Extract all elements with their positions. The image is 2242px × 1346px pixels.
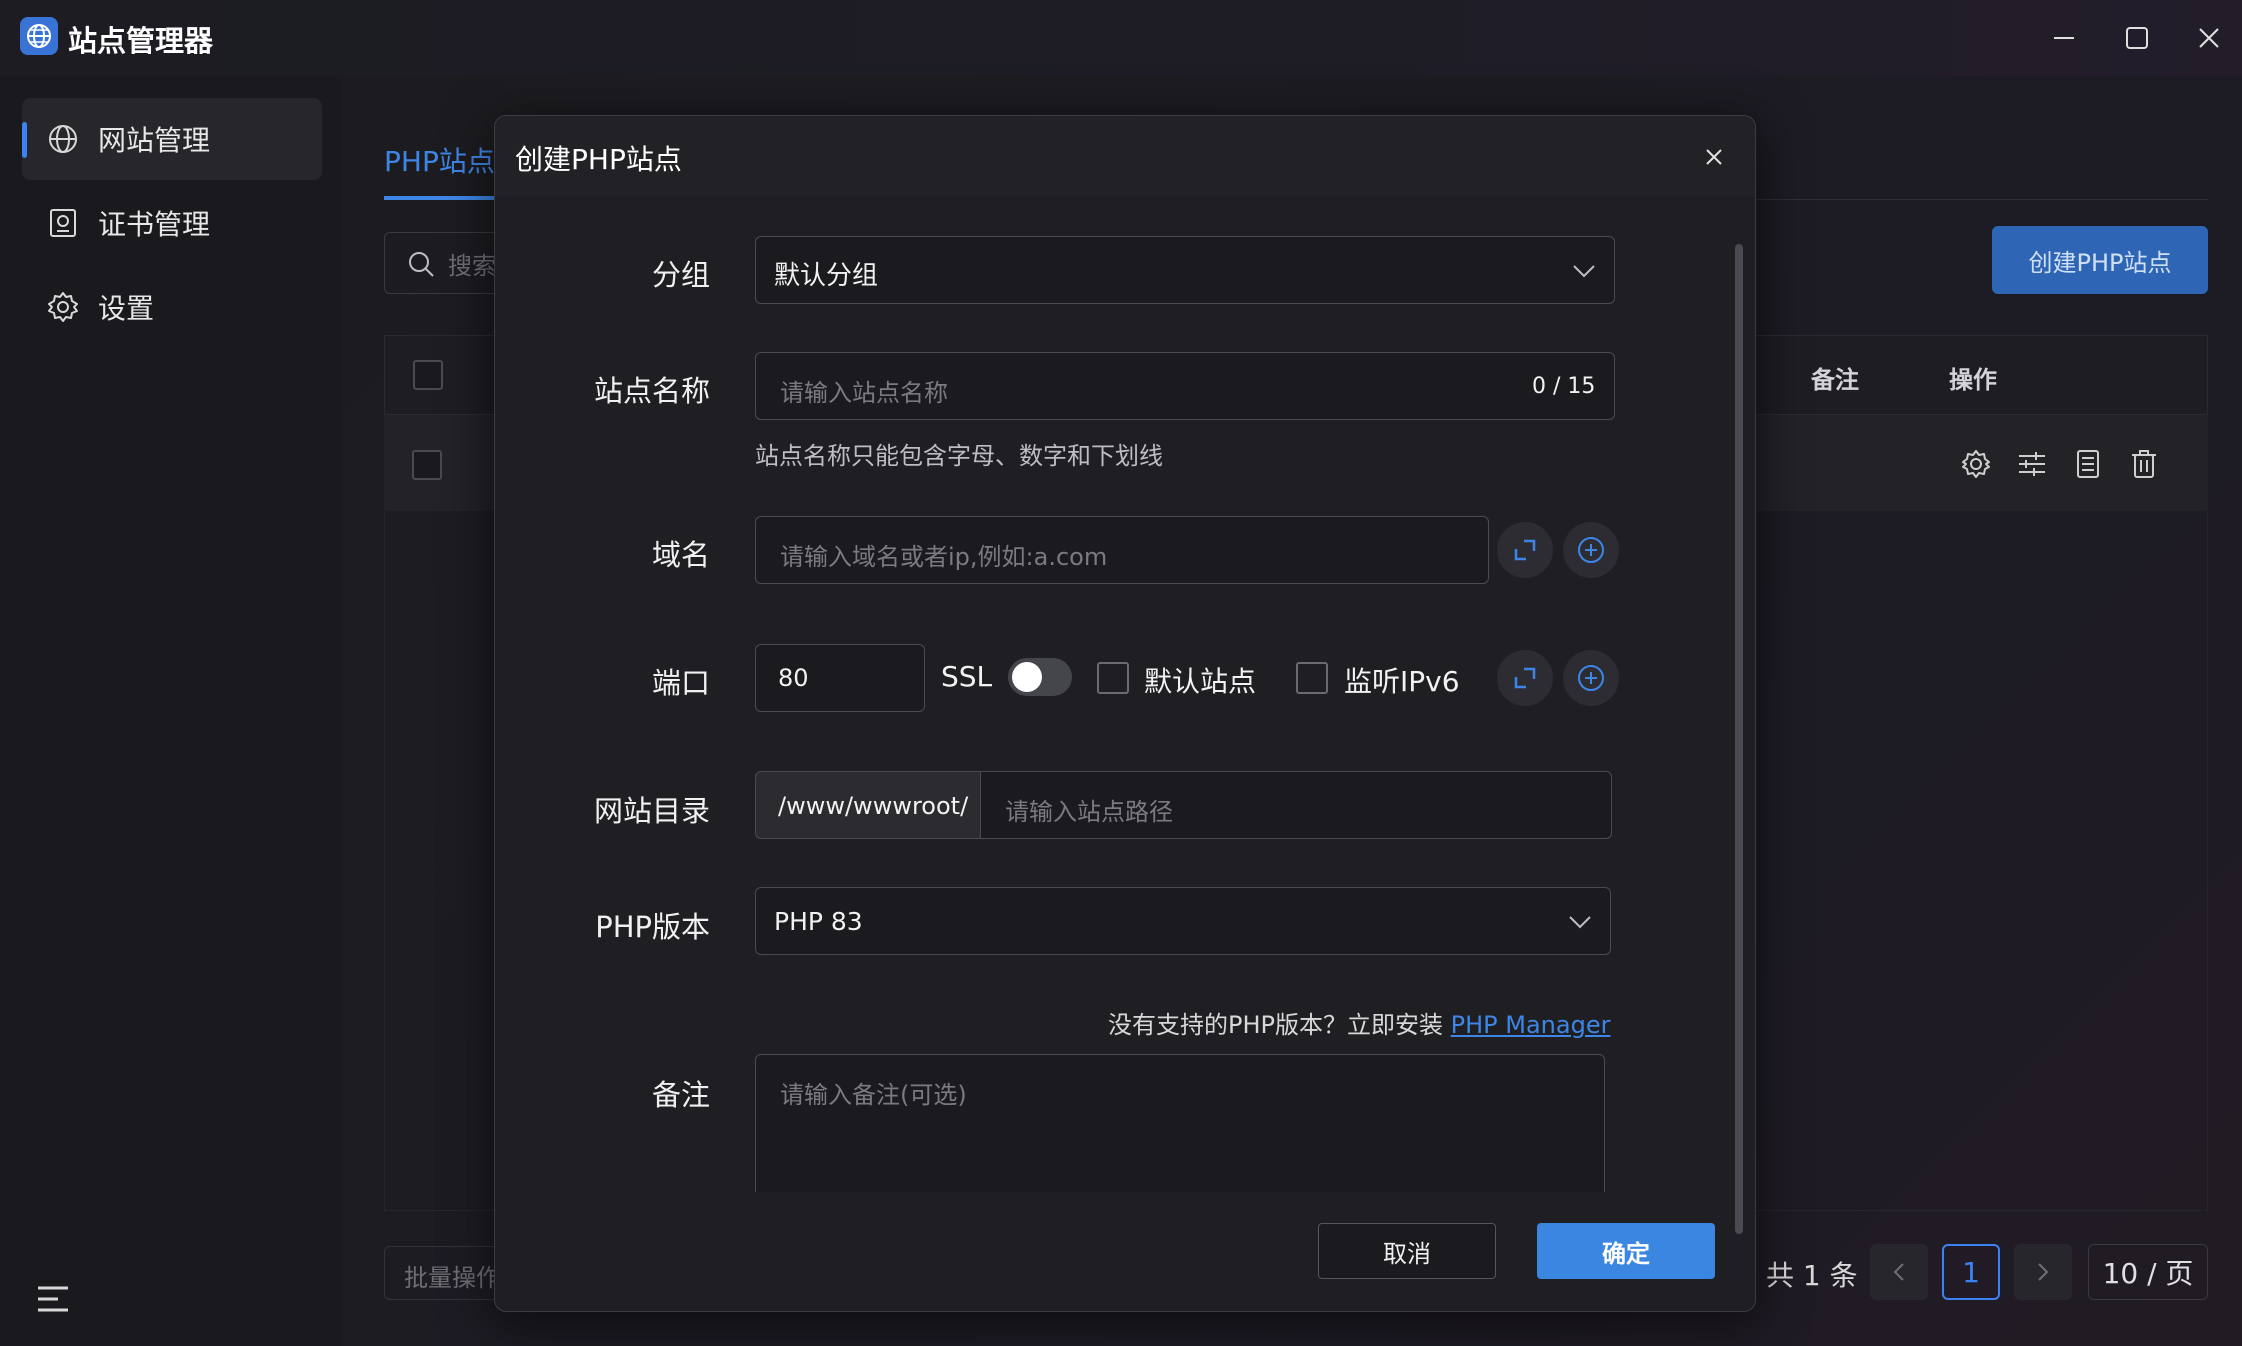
- remark-textarea[interactable]: 请输入备注(可选): [755, 1054, 1605, 1192]
- ssl-toggle[interactable]: [1008, 658, 1072, 696]
- globe-icon: [49, 125, 77, 153]
- expand-icon: [1514, 539, 1536, 561]
- plus-circle-icon: [1578, 537, 1604, 563]
- next-page-button[interactable]: [2014, 1244, 2072, 1300]
- site-name-hint: 站点名称只能包含字母、数字和下划线: [755, 442, 1163, 470]
- title-bar: 站点管理器: [0, 0, 2242, 76]
- certificate-icon: [50, 209, 76, 237]
- select-all-checkbox[interactable]: [413, 360, 443, 390]
- row-checkbox[interactable]: [412, 450, 442, 480]
- trash-icon[interactable]: [2128, 448, 2160, 480]
- php-version-label: PHP版本: [595, 910, 710, 944]
- remark-placeholder: 请输入备注(可选): [780, 1081, 967, 1109]
- default-site-checkbox[interactable]: [1097, 662, 1129, 694]
- sidebar-item-sites[interactable]: 网站管理: [22, 98, 322, 180]
- page-number-button[interactable]: 1: [1942, 1244, 2000, 1300]
- sidebar-item-label: 设置: [98, 292, 155, 325]
- site-name-counter: 0 / 15: [1532, 374, 1596, 399]
- php-install-hint-text: 没有支持的PHP版本？立即安装: [1108, 1011, 1443, 1039]
- directory-label: 网站目录: [593, 794, 710, 828]
- tab-active-indicator: [384, 196, 494, 200]
- minimize-icon[interactable]: [2044, 18, 2084, 58]
- document-icon[interactable]: [2072, 448, 2104, 480]
- toggle-knob: [1012, 662, 1042, 692]
- add-port-button[interactable]: [1563, 650, 1619, 706]
- sidebar-item-certificates[interactable]: 证书管理: [22, 182, 322, 264]
- page-size-select[interactable]: 10 / 页: [2088, 1244, 2208, 1300]
- port-input[interactable]: 80: [755, 644, 925, 712]
- ipv6-checkbox[interactable]: [1296, 662, 1328, 694]
- remark-label: 备注: [651, 1078, 710, 1112]
- sidebar-item-label: 证书管理: [98, 208, 211, 241]
- expand-icon: [1514, 667, 1536, 689]
- group-value: 默认分组: [774, 261, 879, 291]
- app-title: 站点管理器: [68, 24, 214, 58]
- pagination-total: 共 1 条: [1766, 1259, 1858, 1292]
- config-sliders-icon[interactable]: [2016, 448, 2048, 480]
- cancel-button[interactable]: 取消: [1318, 1223, 1496, 1279]
- menu-collapse-icon[interactable]: [36, 1284, 70, 1314]
- search-placeholder: 搜索: [448, 252, 496, 280]
- sidebar: 网站管理 证书管理 设置: [0, 76, 342, 1346]
- sidebar-item-settings[interactable]: 设置: [22, 266, 322, 348]
- column-actions: 操作: [1949, 366, 1997, 394]
- add-domain-button[interactable]: [1563, 522, 1619, 578]
- port-value: 80: [778, 664, 809, 692]
- port-label: 端口: [651, 666, 710, 700]
- chevron-left-icon: [1893, 1263, 1904, 1281]
- settings-gear-icon[interactable]: [1960, 448, 1992, 480]
- chevron-down-icon: [1569, 916, 1591, 929]
- close-icon[interactable]: [1699, 142, 1729, 172]
- group-select[interactable]: 默认分组: [755, 236, 1615, 304]
- directory-placeholder: 请输入站点路径: [1005, 798, 1173, 826]
- ssl-label: SSL: [941, 660, 993, 693]
- domain-label: 域名: [651, 538, 710, 572]
- directory-input[interactable]: 请输入站点路径: [980, 771, 1612, 839]
- prev-page-button[interactable]: [1870, 1244, 1928, 1300]
- create-php-site-button[interactable]: 创建PHP站点: [1992, 226, 2208, 294]
- group-label: 分组: [651, 258, 710, 292]
- confirm-button[interactable]: 确定: [1537, 1223, 1715, 1279]
- dialog-scrollbar[interactable]: [1735, 244, 1743, 1234]
- sidebar-item-label: 网站管理: [98, 124, 211, 157]
- column-remark: 备注: [1811, 366, 1859, 394]
- search-icon: [409, 252, 434, 277]
- chevron-down-icon: [1573, 265, 1595, 278]
- php-version-select[interactable]: PHP 83: [755, 887, 1611, 955]
- batch-actions-label: 批量操作: [404, 1264, 500, 1292]
- dialog-header: 创建PHP站点: [495, 116, 1755, 196]
- plus-circle-icon: [1578, 665, 1604, 691]
- dialog-title: 创建PHP站点: [515, 143, 682, 176]
- domain-placeholder: 请输入域名或者ip,例如:a.com: [780, 543, 1108, 571]
- directory-prefix-text: /www/wwwroot/: [778, 792, 969, 820]
- php-version-value: PHP 83: [774, 907, 863, 936]
- php-install-hint: 没有支持的PHP版本？立即安装 PHP Manager: [1108, 1005, 1610, 1040]
- maximize-icon[interactable]: [2117, 18, 2157, 58]
- expand-port-button[interactable]: [1497, 650, 1553, 706]
- chevron-right-icon: [2038, 1263, 2049, 1281]
- gear-icon: [48, 292, 78, 322]
- site-name-label: 站点名称: [593, 374, 710, 408]
- tab-php-sites[interactable]: PHP站点: [384, 140, 495, 180]
- close-window-icon[interactable]: [2189, 18, 2229, 58]
- default-site-label: 默认站点: [1144, 665, 1257, 698]
- expand-domain-button[interactable]: [1497, 522, 1553, 578]
- site-name-input[interactable]: 请输入站点名称 0 / 15: [755, 352, 1615, 420]
- globe-icon: [20, 17, 58, 55]
- ipv6-label: 监听IPv6: [1344, 665, 1460, 698]
- directory-prefix: /www/wwwroot/: [755, 771, 981, 839]
- site-name-placeholder: 请输入站点名称: [780, 379, 948, 407]
- domain-input[interactable]: 请输入域名或者ip,例如:a.com: [755, 516, 1489, 584]
- php-manager-link[interactable]: PHP Manager: [1451, 1011, 1611, 1039]
